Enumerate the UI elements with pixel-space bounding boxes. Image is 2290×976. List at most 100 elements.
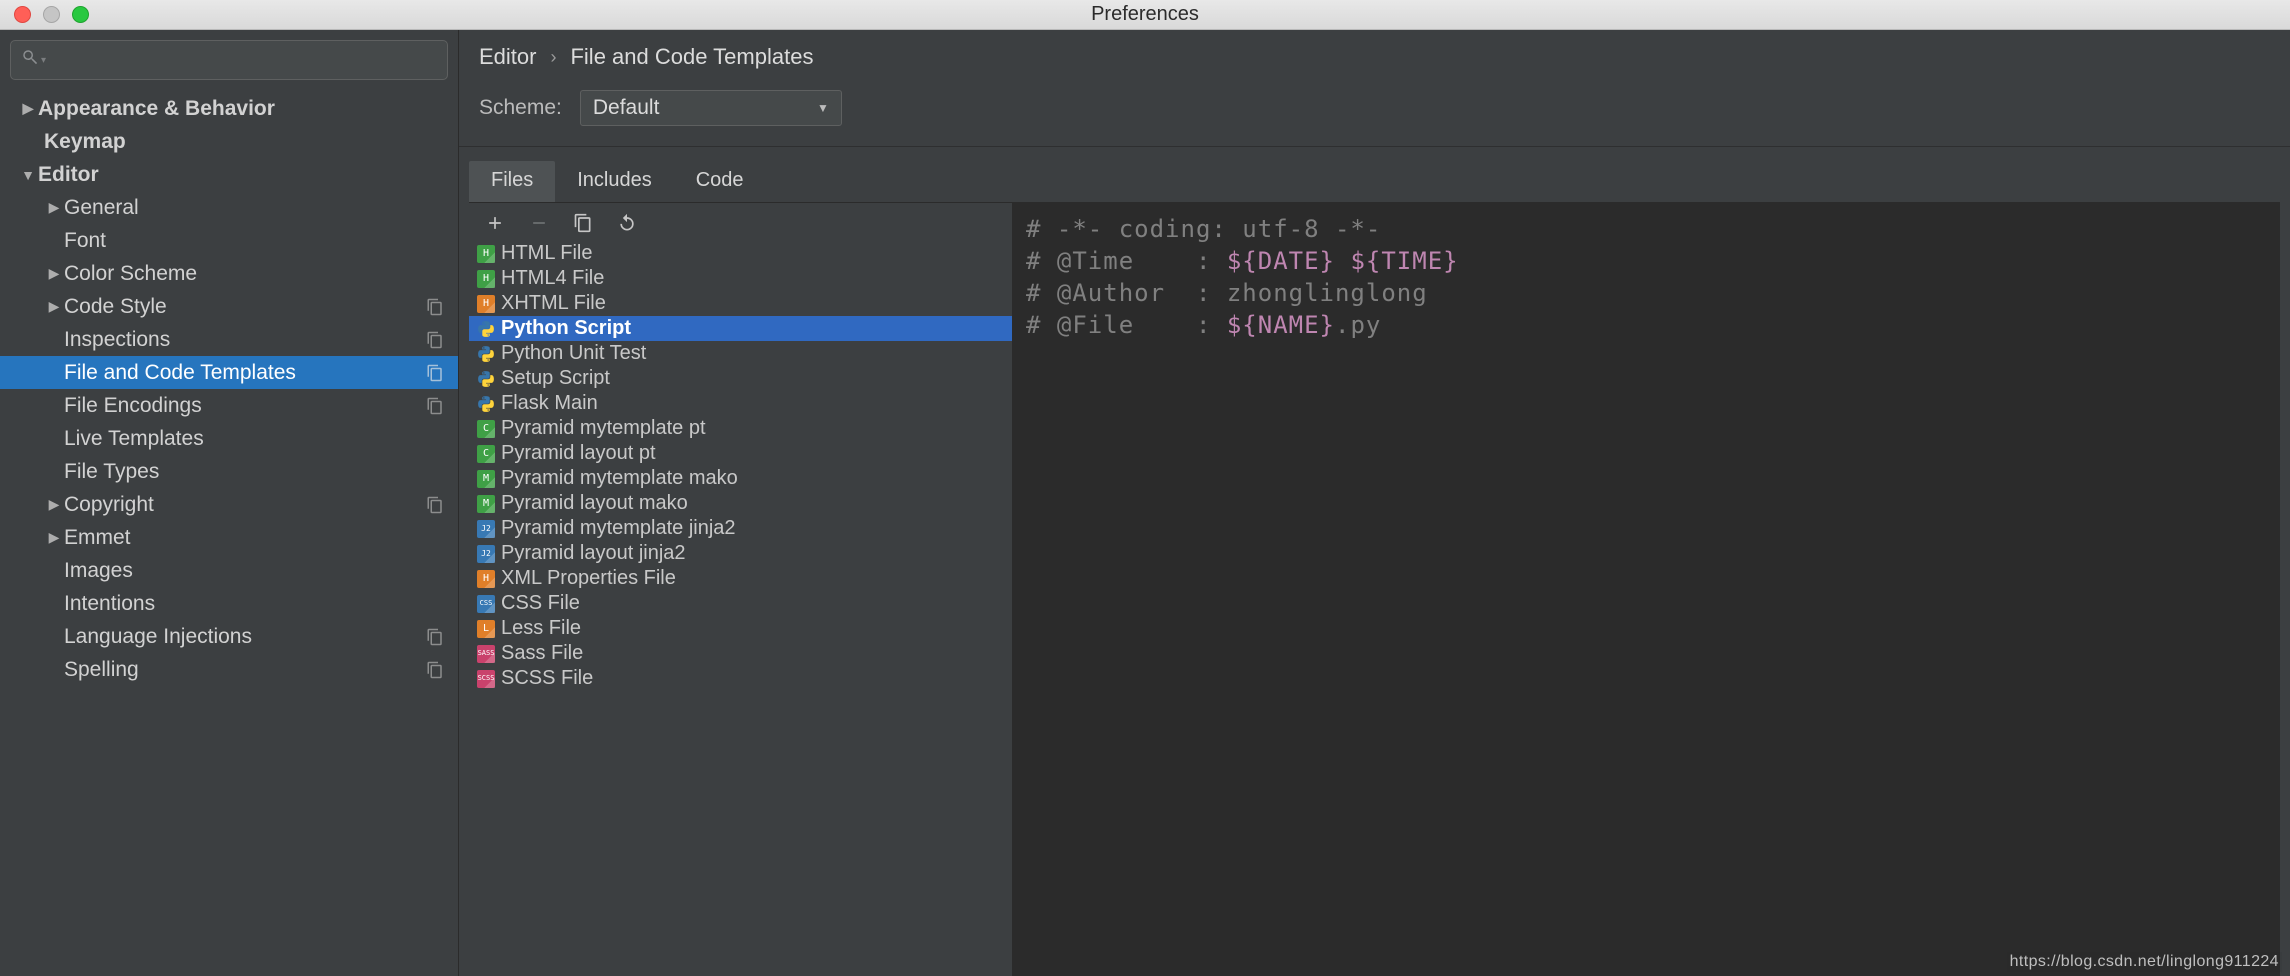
search-history-dropdown-icon[interactable]: ▾ [41,55,46,66]
close-window-button[interactable] [14,6,31,23]
template-item[interactable]: SCSSSCSS File [469,666,1012,691]
sidebar-item-file-and-code-templates[interactable]: File and Code Templates [0,356,458,389]
sidebar-item-code-style[interactable]: ▶ Code Style [0,290,458,323]
sidebar-item-emmet[interactable]: ▶ Emmet [0,521,458,554]
sidebar-item-font[interactable]: Font [0,224,458,257]
template-item[interactable]: MPyramid mytemplate mako [469,466,1012,491]
template-item[interactable]: CPyramid mytemplate pt [469,416,1012,441]
python-file-icon [477,395,495,413]
template-item[interactable]: H XML Properties File [469,566,1012,591]
file-type-icon: SASS [477,645,495,663]
file-type-icon: J2 [477,545,495,563]
template-item[interactable]: LLess File [469,616,1012,641]
template-item-label: HTML4 File [501,267,604,290]
window-title: Preferences [0,3,2290,26]
content-panel: Editor › File and Code Templates Scheme:… [459,30,2290,976]
scheme-row: Scheme: Default ▼ [459,74,2290,146]
code-text: # @Time : [1026,247,1227,275]
code-text: # -*- coding: utf-8 -*- [1026,215,1381,243]
breadcrumb-root[interactable]: Editor [479,44,536,70]
template-item[interactable]: HXHTML File [469,291,1012,316]
copy-template-button[interactable] [573,213,593,233]
chevron-right-icon: ▶ [44,199,64,216]
template-item[interactable]: J2 Pyramid layout jinja2 [469,541,1012,566]
sidebar-item-label: Copyright [64,493,154,517]
template-item[interactable]: J2Pyramid mytemplate jinja2 [469,516,1012,541]
sidebar-item-label: File and Code Templates [64,361,296,385]
sidebar-item-copyright[interactable]: ▶ Copyright [0,488,458,521]
sidebar-item-intentions[interactable]: Intentions [0,587,458,620]
sidebar-item-appearance-behavior[interactable]: ▶ Appearance & Behavior [0,92,458,125]
file-type-icon: H [477,270,495,288]
template-item[interactable]: MPyramid layout mako [469,491,1012,516]
chevron-down-icon: ▼ [817,101,829,115]
template-item-label: XML Properties File [501,567,676,590]
template-item[interactable]: Python Script [469,316,1012,341]
remove-template-button[interactable] [529,213,549,233]
sidebar-item-editor[interactable]: ▼ Editor [0,158,458,191]
template-item[interactable]: Setup Script [469,366,1012,391]
minimize-window-button[interactable] [43,6,60,23]
per-project-icon [426,496,444,514]
search-icon [21,48,39,72]
per-project-icon [426,331,444,349]
sidebar-item-file-types[interactable]: File Types [0,455,458,488]
scheme-label: Scheme: [479,96,562,120]
template-item-label: Pyramid mytemplate pt [501,417,706,440]
template-item-label: XHTML File [501,292,606,315]
scheme-select[interactable]: Default ▼ [580,90,842,126]
zoom-window-button[interactable] [72,6,89,23]
template-item-label: Pyramid layout jinja2 [501,542,686,565]
sidebar-item-live-templates[interactable]: Live Templates [0,422,458,455]
tab-includes[interactable]: Includes [555,161,674,202]
per-project-icon [426,628,444,646]
breadcrumb: Editor › File and Code Templates [479,44,2270,70]
sidebar-item-color-scheme[interactable]: ▶ Color Scheme [0,257,458,290]
python-file-icon [477,370,495,388]
sidebar-item-images[interactable]: Images [0,554,458,587]
file-type-icon: H [477,570,495,588]
preferences-tree: ▶ Appearance & Behavior Keymap ▼ Editor … [0,86,458,976]
file-type-icon: H [477,245,495,263]
template-toolbar [469,203,1012,241]
template-item-label: Pyramid mytemplate mako [501,467,738,490]
reset-template-button[interactable] [617,213,637,233]
sidebar-item-inspections[interactable]: Inspections [0,323,458,356]
sidebar-item-label: Appearance & Behavior [38,97,275,121]
template-item[interactable]: CSSCSS File [469,591,1012,616]
sidebar-item-spelling[interactable]: Spelling [0,653,458,686]
watermark-text: https://blog.csdn.net/linglong911224 [2007,952,2282,972]
template-item[interactable]: Flask Main [469,391,1012,416]
sidebar-item-label: Intentions [64,592,155,616]
sidebar-item-language-injections[interactable]: Language Injections [0,620,458,653]
sidebar-item-label: Color Scheme [64,262,197,286]
tab-files[interactable]: Files [469,161,555,202]
file-type-icon: CSS [477,595,495,613]
sidebar-item-label: Code Style [64,295,167,319]
template-item[interactable]: H HTML File [469,241,1012,266]
window-titlebar: Preferences [0,0,2290,30]
template-item-label: Pyramid mytemplate jinja2 [501,517,736,540]
template-item[interactable]: Python Unit Test [469,341,1012,366]
template-editor[interactable]: # -*- coding: utf-8 -*- # @Time : ${DATE… [1012,203,2280,976]
code-text: .py [1335,311,1381,339]
template-item-label: HTML File [501,242,592,265]
template-item-label: Python Script [501,317,631,340]
template-item[interactable]: SASSSass File [469,641,1012,666]
chevron-right-icon: ▶ [18,100,38,117]
template-item[interactable]: H HTML4 File [469,266,1012,291]
tab-code[interactable]: Code [674,161,766,202]
sidebar-item-keymap[interactable]: Keymap [0,125,458,158]
sidebar-item-label: File Types [64,460,159,484]
template-item[interactable]: CPyramid layout pt [469,441,1012,466]
sidebar-item-general[interactable]: ▶ General [0,191,458,224]
code-text [1335,247,1350,275]
file-type-icon: M [477,495,495,513]
python-file-icon [477,345,495,363]
file-type-icon: C [477,445,495,463]
add-template-button[interactable] [485,213,505,233]
search-input[interactable]: ▾ [10,40,448,80]
chevron-right-icon: ▶ [44,265,64,282]
sidebar-item-file-encodings[interactable]: File Encodings [0,389,458,422]
sidebar-item-label: Spelling [64,658,139,682]
